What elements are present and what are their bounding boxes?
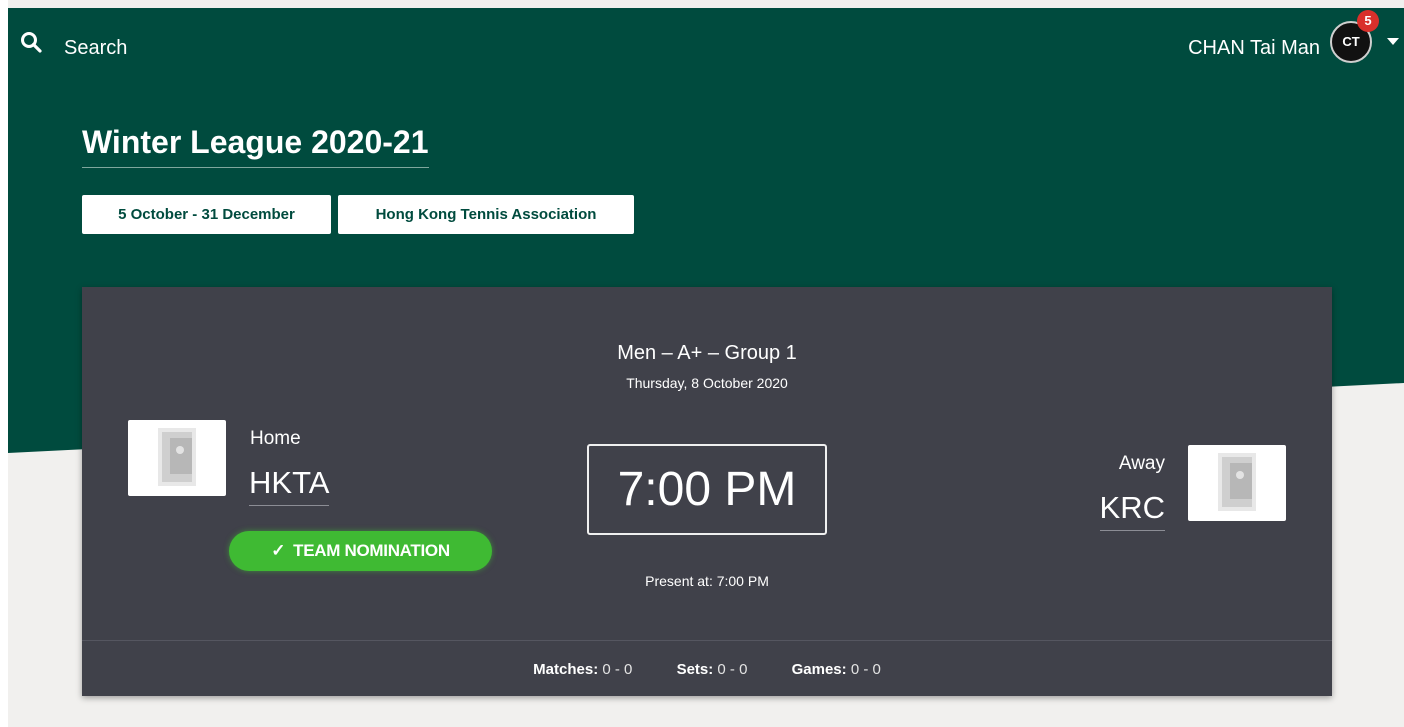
match-date: Thursday, 8 October 2020: [626, 375, 788, 391]
score-summary: Matches: 0 - 0 Sets: 0 - 0 Games: 0 - 0: [82, 661, 1332, 678]
card-divider: [82, 640, 1332, 641]
games-label: Games:: [791, 661, 847, 678]
games-value: 0 - 0: [850, 661, 881, 678]
away-team-logo: [1188, 445, 1286, 521]
match-time: 7:00 PM: [587, 444, 827, 535]
matches-value: 0 - 0: [602, 661, 633, 678]
home-team-name[interactable]: HKTA: [249, 465, 330, 506]
home-label: Home: [250, 428, 301, 449]
away-label: Away: [1118, 453, 1165, 474]
sets-label: Sets:: [676, 661, 714, 678]
page-title: Winter League 2020-21: [82, 124, 429, 168]
chevron-down-icon[interactable]: [1387, 38, 1399, 46]
matches-label: Matches:: [533, 661, 599, 678]
check-icon: ✓: [271, 541, 286, 560]
top-bar: Search CHAN Tai Man: [0, 8, 1404, 70]
search-link[interactable]: Search: [64, 37, 127, 60]
away-team-name[interactable]: KRC: [1099, 490, 1165, 531]
home-team-logo: [128, 420, 226, 496]
division-title: Men – A+ – Group 1: [617, 342, 797, 364]
user-name[interactable]: CHAN Tai Man: [1188, 37, 1320, 60]
team-nomination-button[interactable]: ✓ TEAM NOMINATION: [229, 531, 492, 571]
team-nomination-label: TEAM NOMINATION: [293, 541, 450, 560]
games-stat: Games: 0 - 0: [792, 661, 881, 678]
notification-badge[interactable]: 5: [1357, 10, 1379, 32]
away-team-logo-icon: [1218, 453, 1256, 511]
fixture-card: Men – A+ – Group 1 Thursday, 8 October 2…: [82, 287, 1332, 696]
home-team-logo-icon: [158, 428, 196, 486]
search-icon[interactable]: [20, 31, 42, 53]
sets-value: 0 - 0: [717, 661, 748, 678]
present-at-text: Present at: 7:00 PM: [645, 573, 769, 589]
organizer-chip[interactable]: Hong Kong Tennis Association: [338, 195, 634, 234]
date-range-chip: 5 October - 31 December: [82, 195, 331, 234]
sets-stat: Sets: 0 - 0: [677, 661, 748, 678]
matches-stat: Matches: 0 - 0: [533, 661, 632, 678]
